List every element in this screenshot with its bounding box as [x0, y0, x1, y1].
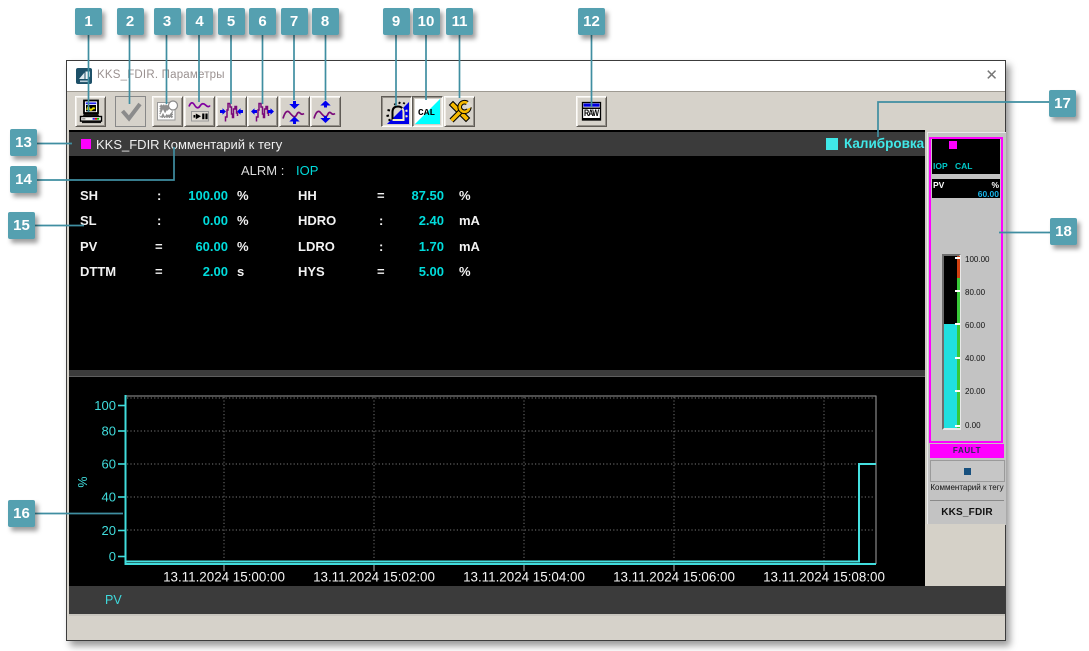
- svg-text:13.11.2024 15:04:00: 13.11.2024 15:04:00: [463, 570, 585, 585]
- svg-text:13.11.2024 15:08:00: 13.11.2024 15:08:00: [763, 570, 885, 585]
- svg-text:RAW: RAW: [584, 108, 599, 118]
- svg-text:40: 40: [102, 490, 116, 505]
- svg-text:13.11.2024 15:00:00: 13.11.2024 15:00:00: [163, 570, 285, 585]
- svg-text:CAL: CAL: [418, 107, 435, 118]
- svg-text:%: %: [76, 476, 90, 487]
- svg-text:0: 0: [109, 549, 116, 564]
- svg-text:13.11.2024 15:02:00: 13.11.2024 15:02:00: [313, 570, 435, 585]
- svg-text:13.11.2024 15:06:00: 13.11.2024 15:06:00: [613, 570, 735, 585]
- svg-text:20: 20: [102, 523, 116, 538]
- svg-text:80: 80: [102, 424, 116, 439]
- svg-text:100: 100: [94, 398, 116, 413]
- svg-text:60: 60: [102, 457, 116, 472]
